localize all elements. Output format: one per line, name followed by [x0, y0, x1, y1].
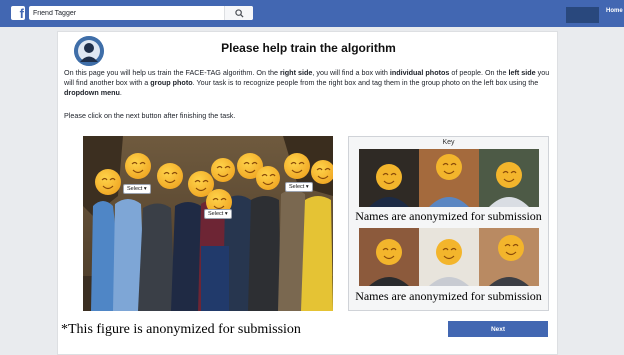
individual-photos-row	[359, 228, 539, 286]
top-navigation-bar: f Home	[0, 0, 624, 27]
search-input[interactable]	[33, 6, 229, 20]
home-link[interactable]: Home	[606, 8, 623, 14]
group-photo: Select ▾ Select ▾ Select ▾	[83, 136, 333, 311]
task-card: Please help train the algorithm On this …	[57, 31, 558, 355]
search-button[interactable]	[224, 6, 253, 20]
individual-photos-row	[359, 149, 539, 207]
search-box[interactable]	[29, 6, 253, 20]
instructions-text: On this page you will help us train the …	[64, 68, 550, 97]
page-title: Please help train the algorithm	[221, 41, 396, 55]
key-title: Key	[442, 139, 455, 146]
group-photo-image	[83, 136, 333, 311]
profile-button[interactable]	[566, 7, 599, 23]
search-icon	[234, 8, 244, 18]
key-caption: Names are anonymized for submission	[355, 289, 542, 303]
individual-photos-image	[359, 149, 539, 207]
anonymization-footnote: *This figure is anonymized for submissio…	[61, 322, 301, 337]
next-button[interactable]: Next	[448, 321, 548, 337]
key-panel: Key Names are anonymized for submission	[348, 136, 549, 311]
next-instruction-text: Please click on the next button after fi…	[64, 111, 236, 120]
individual-photos-image	[359, 228, 539, 286]
key-caption: Names are anonymized for submission	[355, 209, 542, 223]
facebook-logo-icon[interactable]: f	[11, 6, 25, 20]
tag-select-dropdown[interactable]: Select ▾	[285, 182, 313, 192]
tag-select-dropdown[interactable]: Select ▾	[123, 184, 151, 194]
tag-select-dropdown[interactable]: Select ▾	[204, 209, 232, 219]
